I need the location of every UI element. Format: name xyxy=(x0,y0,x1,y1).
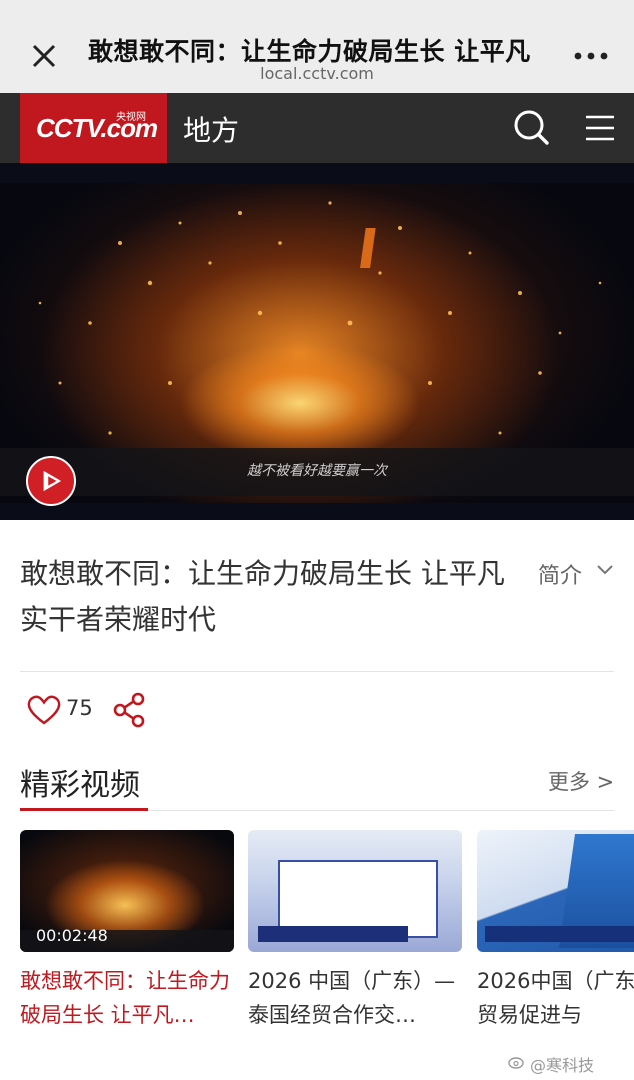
intro-label: 简介 xyxy=(538,564,583,589)
logo-subtext: 央视网 xyxy=(116,112,146,123)
thumbnail-banner xyxy=(485,926,634,942)
intro-toggle-button[interactable]: 简介 xyxy=(538,556,618,590)
video-card[interactable]: 2026 中国（广东）—泰国经贸合作交… xyxy=(248,830,462,1040)
divider xyxy=(20,671,614,672)
video-card[interactable]: 2026中国（广东东盟贸易促进与 xyxy=(477,830,634,1040)
video-card[interactable]: 00:02:48 敢想敢不同：让生命力破局生长 让平凡… xyxy=(20,830,234,1040)
watermark: @寒科技 xyxy=(530,1056,595,1075)
weibo-icon xyxy=(508,1057,524,1069)
search-icon[interactable] xyxy=(512,108,550,146)
menu-icon[interactable] xyxy=(584,112,616,144)
page-url: local.cctv.com xyxy=(260,64,374,83)
section-label: 地方 xyxy=(183,114,240,147)
chevron-down-icon xyxy=(597,565,613,575)
share-icon[interactable] xyxy=(112,692,148,728)
play-badge-icon[interactable] xyxy=(26,456,76,506)
video-thumbnail xyxy=(248,830,462,952)
video-duration: 00:02:48 xyxy=(36,926,108,945)
video-thumbnail: 00:02:48 xyxy=(20,830,234,952)
more-icon[interactable] xyxy=(572,46,612,66)
section-underline xyxy=(20,808,148,811)
video-card-title: 敢想敢不同：让生命力破局生长 让平凡… xyxy=(20,969,230,1027)
related-section-title: 精彩视频 xyxy=(20,768,140,803)
thumbnail-banner xyxy=(258,926,408,942)
video-player[interactable]: 越不被看好越要赢一次 xyxy=(0,163,634,520)
like-count: 75 xyxy=(66,696,93,720)
video-thumbnail xyxy=(477,830,634,952)
like-button[interactable]: 75 xyxy=(26,692,96,728)
more-videos-link[interactable]: 更多 > xyxy=(548,766,614,796)
article-title: 敢想敢不同：让生命力破局生长 让平凡实干者荣耀时代 xyxy=(20,557,505,636)
browser-top-bar: 敢想敢不同：让生命力破局生长 让平凡 local.cctv.com xyxy=(0,0,634,93)
video-card-title: 2026 中国（广东）—泰国经贸合作交… xyxy=(248,969,456,1027)
site-header: CCTV.com 央视网 地方 xyxy=(0,93,634,163)
page-title: 敢想敢不同：让生命力破局生长 让平凡 xyxy=(88,37,531,66)
video-card-title: 2026中国（广东东盟贸易促进与 xyxy=(477,969,634,1027)
cctv-logo[interactable]: CCTV.com 央视网 xyxy=(20,93,167,163)
video-subtitle: 越不被看好越要赢一次 xyxy=(247,463,387,479)
heart-icon xyxy=(27,695,61,725)
